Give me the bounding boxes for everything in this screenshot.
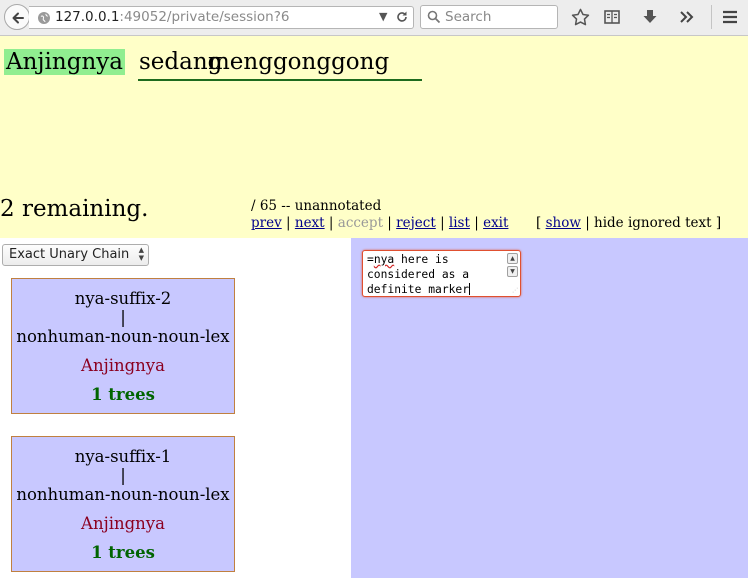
- surface-form: Anjingnya: [81, 356, 165, 375]
- select-arrows-icon: ▲ ▼: [138, 246, 144, 262]
- prev-link[interactable]: prev: [251, 215, 282, 231]
- search-placeholder: Search: [445, 9, 492, 25]
- rule-connector: |: [120, 466, 126, 485]
- span-underline: [138, 79, 422, 81]
- nav-separator: |: [328, 215, 334, 231]
- browser-toolbar: 127.0.0.1:49052/private/session?6 ▼ Sear…: [0, 0, 748, 36]
- candidate-panel: Exact Unary Chain ▲ ▼ nya-suffix-2 | nonh…: [0, 238, 351, 578]
- candidate-card[interactable]: nya-suffix-1 | nonhuman-noun-noun-lex An…: [11, 436, 235, 572]
- scroll-down-icon[interactable]: ▼: [507, 266, 518, 277]
- star-icon[interactable]: [571, 8, 590, 26]
- address-bar[interactable]: 127.0.0.1:49052/private/session?6 ▼: [29, 6, 414, 29]
- lexical-type: nonhuman-noun-noun-lex: [16, 327, 230, 346]
- download-icon[interactable]: [641, 8, 659, 26]
- rule-connector: |: [120, 308, 126, 327]
- sentence-word-highlighted[interactable]: Anjingnya: [4, 49, 125, 75]
- overflow-icon[interactable]: [679, 8, 695, 26]
- nav-separator: |: [286, 215, 291, 231]
- back-arrow-icon: [12, 12, 24, 24]
- search-bar[interactable]: Search: [420, 5, 558, 29]
- candidate-card[interactable]: nya-suffix-2 | nonhuman-noun-noun-lex An…: [11, 278, 235, 414]
- next-link[interactable]: next: [295, 215, 325, 231]
- nav-separator: |: [440, 215, 445, 231]
- show-ignored-link[interactable]: show: [546, 215, 581, 231]
- reading-list-icon[interactable]: [603, 8, 621, 26]
- text-caret: [469, 283, 471, 295]
- tree-count: 1 trees: [91, 543, 155, 562]
- nav-separator: |: [474, 215, 479, 231]
- toolbar-separator: [711, 5, 712, 29]
- list-link[interactable]: list: [449, 215, 470, 231]
- exit-link[interactable]: exit: [483, 215, 508, 231]
- remaining-count: 2 remaining.: [0, 196, 149, 222]
- ignored-text-toggle: [ show | hide ignored text ]: [536, 215, 721, 231]
- accept-link-disabled: accept: [337, 215, 383, 231]
- globe-icon: [38, 12, 50, 24]
- textarea-scrollbar[interactable]: ▲ ▼: [507, 253, 518, 279]
- rule-name: nya-suffix-2: [74, 289, 172, 308]
- search-icon: [427, 10, 441, 24]
- reject-link[interactable]: reject: [396, 215, 436, 231]
- resize-grip-icon[interactable]: ⋰: [512, 287, 518, 294]
- bracket-open: [: [536, 215, 542, 231]
- hide-ignored-label: | hide ignored text ]: [585, 215, 722, 231]
- surface-form: Anjingnya: [81, 514, 165, 533]
- back-button[interactable]: [4, 4, 30, 30]
- nav-links: prev | next | accept | reject | list | e…: [251, 215, 508, 231]
- dropdown-arrow-icon[interactable]: ▼: [379, 10, 387, 23]
- annotation-status: / 65 -- unannotated: [251, 198, 382, 214]
- tree-count: 1 trees: [91, 385, 155, 404]
- menu-icon[interactable]: [721, 8, 739, 26]
- filter-select[interactable]: Exact Unary Chain ▲ ▼: [2, 244, 149, 266]
- sentence-panel: Anjingnya sedang menggonggong 2 remainin…: [0, 36, 748, 238]
- reload-icon[interactable]: [395, 10, 409, 24]
- lexical-type: nonhuman-noun-noun-lex: [16, 485, 230, 504]
- misspelled-word: nya: [373, 253, 395, 266]
- filter-select-value: Exact Unary Chain: [9, 247, 130, 262]
- nav-separator: |: [387, 215, 392, 231]
- scroll-up-icon[interactable]: ▲: [507, 253, 518, 264]
- sentence-word[interactable]: menggonggong: [208, 49, 389, 75]
- comment-textarea[interactable]: =nya here is considered as a definite ma…: [362, 250, 521, 297]
- rule-name: nya-suffix-1: [74, 447, 172, 466]
- comment-panel: =nya here is considered as a definite ma…: [351, 238, 748, 578]
- url-text: 127.0.0.1:49052/private/session?6: [55, 9, 290, 25]
- comment-text: =nya here is considered as a definite ma…: [367, 253, 476, 296]
